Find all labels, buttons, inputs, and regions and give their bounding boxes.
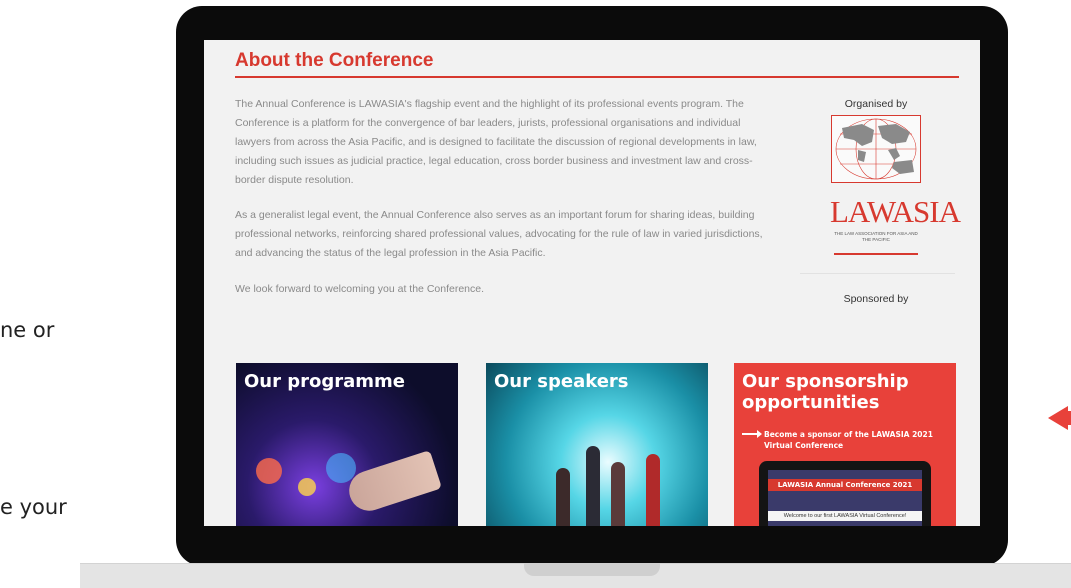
mini-welcome: Welcome to our first LAWASIA Virtual Con… (768, 511, 922, 521)
paragraph-2: As a generalist legal event, the Annual … (235, 209, 763, 259)
logo-underline (834, 253, 918, 255)
mini-laptop-screen: LAWASIA Annual Conference 2021 Welcome t… (768, 470, 922, 526)
title-divider (235, 76, 959, 78)
sidebar-divider (800, 273, 955, 274)
mini-laptop-image: LAWASIA Annual Conference 2021 Welcome t… (759, 461, 931, 526)
programme-card[interactable]: Our programme (236, 363, 458, 526)
organised-by-label: Organised by (844, 98, 908, 110)
bokeh-light (256, 458, 282, 484)
laptop-screen: About the Conference The Annual Conferen… (204, 40, 980, 526)
side-text-line-2: e your (0, 495, 67, 519)
person-figure (646, 454, 660, 526)
sponsorship-card-subtitle: Become a sponsor of the LAWASIA 2021 Vir… (764, 430, 933, 450)
person-figure (586, 446, 600, 526)
programme-card-title: Our programme (244, 371, 406, 392)
lawasia-tagline: THE LAW ASSOCIATION FOR ASIA AND THE PAC… (834, 231, 918, 242)
mini-banner: LAWASIA Annual Conference 2021 (768, 479, 922, 491)
laptop-notch (524, 563, 660, 576)
hand-image (344, 450, 442, 516)
sponsorship-card[interactable]: Our sponsorship opportunities Become a s… (734, 363, 956, 526)
sponsored-by-label: Sponsored by (843, 293, 909, 305)
side-text-line-1: ne or (0, 318, 55, 342)
arrow-right-icon (742, 430, 762, 438)
world-map-icon (831, 115, 921, 183)
speakers-card[interactable]: Our speakers (486, 363, 708, 526)
arrow-left-icon-head (1048, 406, 1068, 430)
lawasia-wordmark: LAWASIA (830, 194, 961, 229)
bokeh-light (298, 478, 316, 496)
page-title: About the Conference (235, 50, 434, 71)
paragraph-3: We look forward to welcoming you at the … (235, 283, 485, 295)
person-figure (611, 462, 625, 526)
paragraph-1: The Annual Conference is LAWASIA's flags… (235, 98, 757, 186)
sponsorship-card-title: Our sponsorship opportunities (742, 371, 909, 413)
speakers-card-title: Our speakers (494, 371, 629, 392)
person-figure (556, 468, 570, 526)
lawasia-logo[interactable]: LAWASIA THE LAW ASSOCIATION FOR ASIA AND… (830, 115, 961, 255)
